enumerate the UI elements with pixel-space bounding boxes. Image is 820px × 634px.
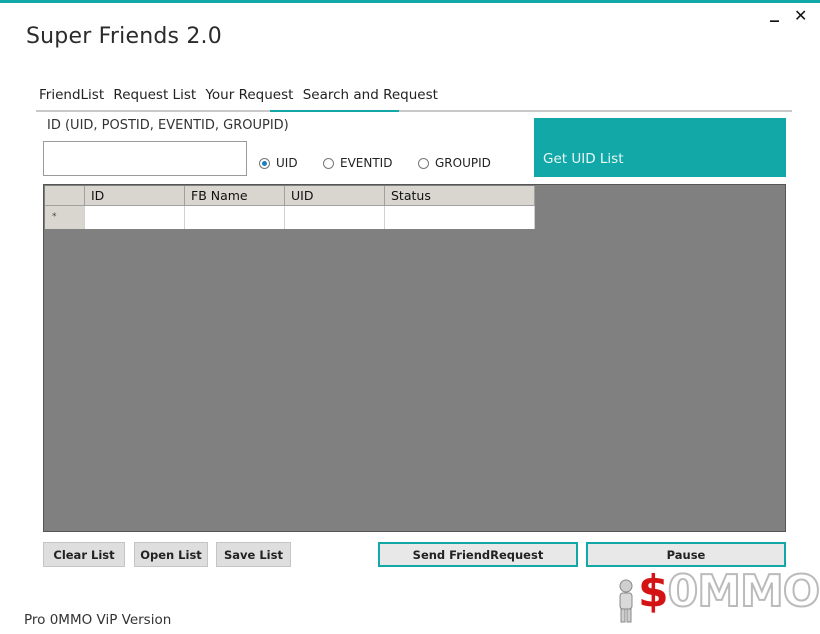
tab-bar: FriendList Request List Your Request Sea…: [39, 87, 443, 109]
tab-friendlist[interactable]: FriendList: [39, 87, 104, 103]
send-friend-request-button[interactable]: Send FriendRequest: [378, 542, 578, 567]
watermark-text: $0MMO: [638, 565, 820, 618]
minimize-button[interactable]: _: [770, 2, 779, 23]
column-header-id[interactable]: ID: [85, 186, 185, 206]
app-title: Super Friends 2.0: [26, 24, 222, 49]
column-header-status[interactable]: Status: [385, 186, 535, 206]
cell-status[interactable]: [385, 206, 535, 229]
grid-header: ID FB Name UID Status: [45, 186, 535, 206]
cell-fb-name[interactable]: [185, 206, 285, 229]
radio-groupid-label: GROUPID: [435, 156, 491, 170]
get-uid-list-button[interactable]: Get UID List: [534, 118, 786, 177]
watermark-dollar: $: [638, 566, 669, 617]
save-list-button[interactable]: Save List: [216, 542, 291, 567]
radio-eventid[interactable]: EVENTID: [323, 156, 392, 170]
active-tab-indicator: [270, 110, 399, 112]
radio-eventid-label: EVENTID: [340, 156, 393, 170]
tab-your-request[interactable]: Your Request: [205, 87, 293, 103]
tab-request-list[interactable]: Request List: [113, 87, 196, 103]
column-header-uid[interactable]: UID: [285, 186, 385, 206]
radio-uid[interactable]: UID: [259, 156, 298, 170]
version-label: Pro 0MMO ViP Version: [24, 612, 172, 628]
id-field-label: ID (UID, POSTID, EVENTID, GROUPID): [47, 118, 289, 133]
tab-divider: [36, 110, 792, 112]
radio-unchecked-icon: [323, 157, 334, 169]
cell-id[interactable]: [85, 206, 185, 229]
watermark-logo: $0MMO: [604, 564, 820, 626]
radio-unchecked-icon: [418, 157, 429, 169]
clear-list-button[interactable]: Clear List: [43, 542, 125, 567]
table-row-new[interactable]: *: [45, 206, 535, 229]
row-header-corner: [45, 186, 85, 206]
window-top-accent: [0, 0, 820, 3]
radio-uid-label: UID: [276, 156, 298, 170]
column-header-fb-name[interactable]: FB Name: [185, 186, 285, 206]
new-row-marker: *: [45, 206, 85, 229]
watermark-word: 0MMO: [667, 565, 820, 618]
radio-groupid[interactable]: GROUPID: [418, 156, 491, 170]
radio-checked-icon: [259, 157, 270, 169]
close-button[interactable]: ✕: [794, 6, 807, 25]
tab-search-and-request[interactable]: Search and Request: [303, 87, 438, 103]
cell-uid[interactable]: [285, 206, 385, 229]
open-list-button[interactable]: Open List: [134, 542, 208, 567]
results-grid[interactable]: ID FB Name UID Status *: [43, 184, 786, 532]
id-input[interactable]: [43, 141, 247, 176]
